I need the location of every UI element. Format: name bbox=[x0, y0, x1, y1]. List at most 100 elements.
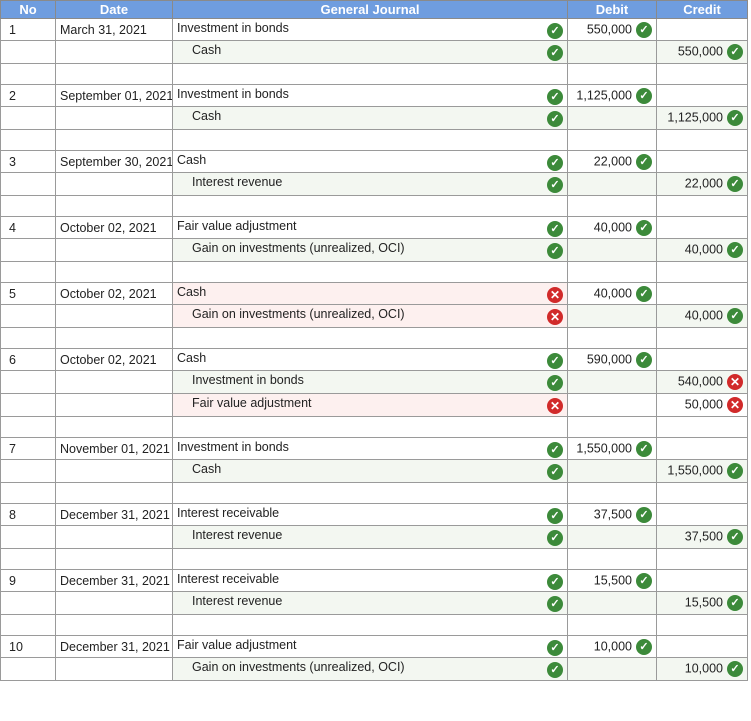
account-name: Interest receivable bbox=[177, 571, 280, 586]
journal-row: 5 October 02, 2021 Cash ✕ 40,000 ✓ bbox=[0, 282, 748, 305]
account-name: Investment in bonds bbox=[192, 373, 304, 387]
spacer-row bbox=[0, 482, 748, 504]
check-circle-icon: ✓ bbox=[547, 596, 563, 612]
spacer-cell bbox=[0, 195, 56, 217]
entry-date bbox=[55, 370, 173, 394]
credit-cell bbox=[656, 635, 748, 658]
entry-number bbox=[0, 40, 56, 64]
check-circle-icon: ✓ bbox=[547, 530, 563, 546]
credit-amount: 40,000 bbox=[684, 308, 723, 323]
credit-cell: 37,500 ✓ bbox=[656, 525, 748, 549]
credit-cell: 1,125,000 ✓ bbox=[656, 106, 748, 130]
account-cell: Fair value adjustment ✓ bbox=[172, 216, 568, 239]
entry-number: 5 bbox=[0, 282, 56, 305]
spacer-row bbox=[0, 614, 748, 636]
check-circle-icon: ✓ bbox=[547, 154, 563, 171]
check-circle-icon: ✓ bbox=[636, 506, 652, 523]
spacer-cell bbox=[55, 327, 173, 349]
journal-row: 9 December 31, 2021 Interest receivable ✓ 15… bbox=[0, 569, 748, 592]
debit-cell bbox=[567, 657, 657, 681]
journal-row: Gain on investments (unrealized, OCI) ✓ 10… bbox=[0, 657, 748, 681]
header-debit: Debit bbox=[567, 0, 657, 19]
account-cell: Fair value adjustment ✕ bbox=[172, 393, 568, 417]
account-cell: Gain on investments (unrealized, OCI) ✓ bbox=[172, 657, 568, 681]
spacer-cell bbox=[0, 416, 56, 438]
check-circle-icon: ✓ bbox=[547, 45, 563, 61]
debit-cell bbox=[567, 238, 657, 262]
entry-number bbox=[0, 304, 56, 328]
check-circle-icon: ✓ bbox=[547, 243, 563, 259]
entry-number bbox=[0, 591, 56, 615]
entry-number: 4 bbox=[0, 216, 56, 239]
debit-amount: 37,500 bbox=[593, 506, 632, 521]
spacer-row bbox=[0, 63, 748, 85]
journal-row: Cash ✓ 1,125,000 ✓ bbox=[0, 106, 748, 130]
entry-date: September 01, 2021 bbox=[55, 84, 173, 107]
debit-amount: 40,000 bbox=[593, 219, 632, 234]
journal-row: Interest revenue ✓ 15,500 ✓ bbox=[0, 591, 748, 615]
entry-date bbox=[55, 304, 173, 328]
journal-row: 7 November 01, 2021 Investment in bonds ✓ 1,… bbox=[0, 437, 748, 460]
entry-date: November 01, 2021 bbox=[55, 437, 173, 460]
spacer-cell bbox=[656, 327, 748, 349]
account-cell: Interest revenue ✓ bbox=[172, 172, 568, 196]
check-circle-icon: ✓ bbox=[636, 351, 652, 368]
spacer-cell bbox=[55, 416, 173, 438]
check-circle-icon: ✓ bbox=[727, 242, 743, 258]
check-circle-icon: ✓ bbox=[547, 177, 563, 193]
spacer-cell bbox=[0, 327, 56, 349]
journal-row: 6 October 02, 2021 Cash ✓ 590,000 ✓ bbox=[0, 348, 748, 371]
spacer-cell bbox=[656, 548, 748, 570]
entry-number: 6 bbox=[0, 348, 56, 371]
account-cell: Investment in bonds ✓ bbox=[172, 18, 568, 41]
spacer-cell bbox=[0, 548, 56, 570]
journal-row: Gain on investments (unrealized, OCI) ✓ 40… bbox=[0, 238, 748, 262]
account-cell: Interest revenue ✓ bbox=[172, 525, 568, 549]
entry-number bbox=[0, 238, 56, 262]
entry-date: December 31, 2021 bbox=[55, 635, 173, 658]
spacer-cell bbox=[0, 129, 56, 151]
x-circle-icon: ✕ bbox=[547, 286, 563, 303]
check-circle-icon: ✓ bbox=[727, 44, 743, 60]
account-cell: Interest receivable ✓ bbox=[172, 503, 568, 526]
check-circle-icon: ✓ bbox=[547, 375, 563, 391]
entry-number: 9 bbox=[0, 569, 56, 592]
credit-cell bbox=[656, 84, 748, 107]
spacer-cell bbox=[656, 261, 748, 283]
account-name: Interest revenue bbox=[192, 175, 283, 189]
debit-cell: 37,500 ✓ bbox=[567, 503, 657, 526]
spacer-cell bbox=[567, 327, 657, 349]
spacer-cell bbox=[55, 63, 173, 85]
credit-cell bbox=[656, 569, 748, 592]
spacer-cell bbox=[0, 261, 56, 283]
account-cell: Investment in bonds ✓ bbox=[172, 84, 568, 107]
credit-cell: 40,000 ✓ bbox=[656, 238, 748, 262]
debit-cell bbox=[567, 172, 657, 196]
spacer-row bbox=[0, 129, 748, 151]
credit-cell bbox=[656, 437, 748, 460]
credit-cell: 22,000 ✓ bbox=[656, 172, 748, 196]
debit-amount: 1,550,000 bbox=[576, 440, 632, 455]
spacer-cell bbox=[567, 614, 657, 636]
check-circle-icon: ✓ bbox=[636, 87, 652, 104]
account-name: Investment in bonds bbox=[177, 20, 289, 35]
entry-date bbox=[55, 657, 173, 681]
spacer-cell bbox=[656, 129, 748, 151]
account-name: Gain on investments (unrealized, OCI) bbox=[192, 241, 405, 255]
spacer-cell bbox=[656, 63, 748, 85]
spacer-row bbox=[0, 548, 748, 570]
spacer-row bbox=[0, 416, 748, 438]
journal-row: Fair value adjustment ✕ 50,000 ✕ bbox=[0, 393, 748, 417]
spacer-cell bbox=[567, 548, 657, 570]
entry-number: 1 bbox=[0, 18, 56, 41]
debit-amount: 40,000 bbox=[593, 285, 632, 300]
account-cell: Cash ✓ bbox=[172, 40, 568, 64]
check-circle-icon: ✓ bbox=[727, 110, 743, 126]
entry-number: 10 bbox=[0, 635, 56, 658]
entry-number bbox=[0, 525, 56, 549]
entry-date: October 02, 2021 bbox=[55, 348, 173, 371]
debit-cell: 1,125,000 ✓ bbox=[567, 84, 657, 107]
entry-date bbox=[55, 459, 173, 483]
account-name: Interest revenue bbox=[192, 528, 283, 542]
entry-number bbox=[0, 370, 56, 394]
